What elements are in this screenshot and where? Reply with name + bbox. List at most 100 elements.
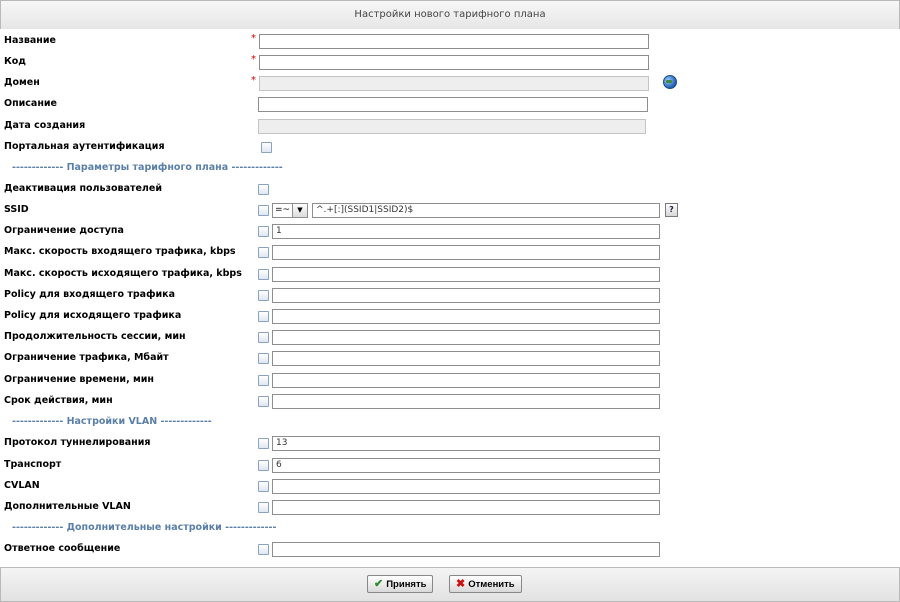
deactivation-checkbox[interactable] — [258, 184, 269, 195]
traffic-input[interactable] — [272, 351, 660, 366]
extra-vlan-checkbox[interactable] — [258, 502, 269, 513]
row-domain: Домен * — [0, 74, 900, 95]
row-reply: Ответное сообщение — [0, 540, 900, 561]
validity-checkbox[interactable] — [258, 396, 269, 407]
row-validity: Срок действия, мин — [0, 392, 900, 413]
access-input[interactable]: 1 — [272, 224, 660, 239]
extra-vlan-input[interactable] — [272, 500, 660, 515]
row-extra-vlan: Дополнительные VLAN — [0, 498, 900, 519]
created-input — [258, 119, 646, 134]
cancel-button[interactable]: ✖ Отменить — [449, 575, 522, 593]
rate-in-checkbox[interactable] — [258, 247, 269, 258]
reply-label: Ответное сообщение — [4, 543, 121, 554]
code-label: Код — [4, 56, 26, 67]
session-label: Продолжительность сессии, мин — [4, 331, 186, 342]
dialog-title: Настройки нового тарифного плана — [0, 0, 900, 30]
required-mark: * — [251, 75, 256, 86]
section-vlan-title: ------------- Настройки VLAN -----------… — [12, 416, 212, 427]
cancel-button-label: Отменить — [468, 579, 515, 590]
section-plan-title: ------------- Параметры тарифного плана … — [12, 162, 283, 173]
access-label: Ограничение доступа — [4, 225, 124, 236]
created-label: Дата создания — [4, 120, 86, 131]
policy-out-input[interactable] — [272, 309, 660, 324]
checkmark-icon: ✔ — [374, 578, 384, 590]
name-input[interactable] — [259, 34, 649, 49]
transport-label: Транспорт — [4, 459, 62, 470]
protocol-checkbox[interactable] — [258, 438, 269, 449]
description-label: Описание — [4, 98, 58, 109]
required-mark: * — [251, 54, 256, 65]
row-name: Название * — [0, 32, 900, 53]
time-label: Ограничение времени, мин — [4, 374, 154, 385]
row-cvlan: CVLAN — [0, 477, 900, 498]
rate-in-label: Макс. скорость входящего трафика, kbps — [4, 246, 236, 257]
row-access: Ограничение доступа 1 — [0, 222, 900, 243]
close-icon: ✖ — [456, 578, 466, 590]
ssid-help-button[interactable]: ? — [665, 203, 678, 217]
section-extra: ------------- Дополнительные настройки -… — [0, 519, 900, 540]
row-policy-out: Policy для исходящего трафика — [0, 307, 900, 328]
transport-input[interactable]: 6 — [272, 458, 660, 473]
name-label: Название — [4, 35, 56, 46]
cvlan-label: CVLAN — [4, 480, 40, 491]
policy-in-label: Policy для входящего трафика — [4, 289, 176, 300]
code-input[interactable] — [259, 55, 649, 70]
domain-label: Домен — [4, 77, 40, 88]
policy-in-checkbox[interactable] — [258, 290, 269, 301]
transport-checkbox[interactable] — [258, 460, 269, 471]
time-input[interactable] — [272, 373, 660, 388]
deactivation-label: Деактивация пользователей — [4, 183, 162, 194]
ssid-operator-select[interactable]: =~ ▼ — [272, 203, 308, 218]
row-session: Продолжительность сессии, мин — [0, 328, 900, 349]
rate-out-checkbox[interactable] — [258, 269, 269, 280]
protocol-input[interactable]: 13 — [272, 436, 660, 451]
ssid-label: SSID — [4, 204, 29, 215]
row-rate-out: Макс. скорость исходящего трафика, kbps — [0, 265, 900, 286]
policy-out-label: Policy для исходящего трафика — [4, 310, 182, 321]
row-deactivation: Деактивация пользователей — [0, 180, 900, 201]
ssid-operator-value: =~ — [275, 205, 291, 215]
session-checkbox[interactable] — [258, 332, 269, 343]
globe-icon[interactable] — [663, 75, 677, 89]
cvlan-checkbox[interactable] — [258, 481, 269, 492]
time-checkbox[interactable] — [258, 375, 269, 386]
rate-in-input[interactable] — [272, 245, 660, 260]
validity-label: Срок действия, мин — [4, 395, 113, 406]
cvlan-input[interactable] — [272, 479, 660, 494]
row-description: Описание — [0, 95, 900, 116]
row-code: Код * — [0, 53, 900, 74]
row-traffic: Ограничение трафика, Мбайт — [0, 349, 900, 370]
row-portal-auth: Портальная аутентификация — [0, 138, 900, 159]
traffic-checkbox[interactable] — [258, 353, 269, 364]
dialog-footer: ✔ Принять ✖ Отменить — [0, 567, 900, 602]
access-checkbox[interactable] — [258, 226, 269, 237]
policy-out-checkbox[interactable] — [258, 311, 269, 322]
row-transport: Транспорт 6 — [0, 456, 900, 477]
portal-auth-label: Портальная аутентификация — [4, 141, 165, 152]
section-vlan: ------------- Настройки VLAN -----------… — [0, 413, 900, 434]
chevron-down-icon[interactable]: ▼ — [292, 204, 307, 217]
row-policy-in: Policy для входящего трафика — [0, 286, 900, 307]
protocol-label: Протокол туннелирования — [4, 437, 151, 448]
description-input[interactable] — [258, 97, 648, 112]
reply-input[interactable] — [272, 542, 660, 557]
domain-input — [259, 76, 649, 91]
row-created: Дата создания — [0, 117, 900, 138]
portal-auth-checkbox[interactable] — [261, 142, 272, 153]
row-time: Ограничение времени, мин — [0, 371, 900, 392]
row-rate-in: Макс. скорость входящего трафика, kbps — [0, 243, 900, 264]
reply-checkbox[interactable] — [258, 544, 269, 555]
accept-button-label: Принять — [386, 579, 427, 590]
policy-in-input[interactable] — [272, 288, 660, 303]
rate-out-label: Макс. скорость исходящего трафика, kbps — [4, 268, 242, 279]
validity-input[interactable] — [272, 394, 660, 409]
accept-button[interactable]: ✔ Принять — [367, 575, 434, 593]
extra-vlan-label: Дополнительные VLAN — [4, 501, 131, 512]
rate-out-input[interactable] — [272, 267, 660, 282]
session-input[interactable] — [272, 330, 660, 345]
required-mark: * — [251, 33, 256, 44]
tariff-form: Название * Код * Домен * Описание Дата с… — [0, 29, 900, 565]
ssid-checkbox[interactable] — [258, 205, 269, 216]
ssid-input[interactable]: ^.+[:](SSID1|SSID2)$ — [312, 203, 660, 218]
traffic-label: Ограничение трафика, Мбайт — [4, 352, 169, 363]
